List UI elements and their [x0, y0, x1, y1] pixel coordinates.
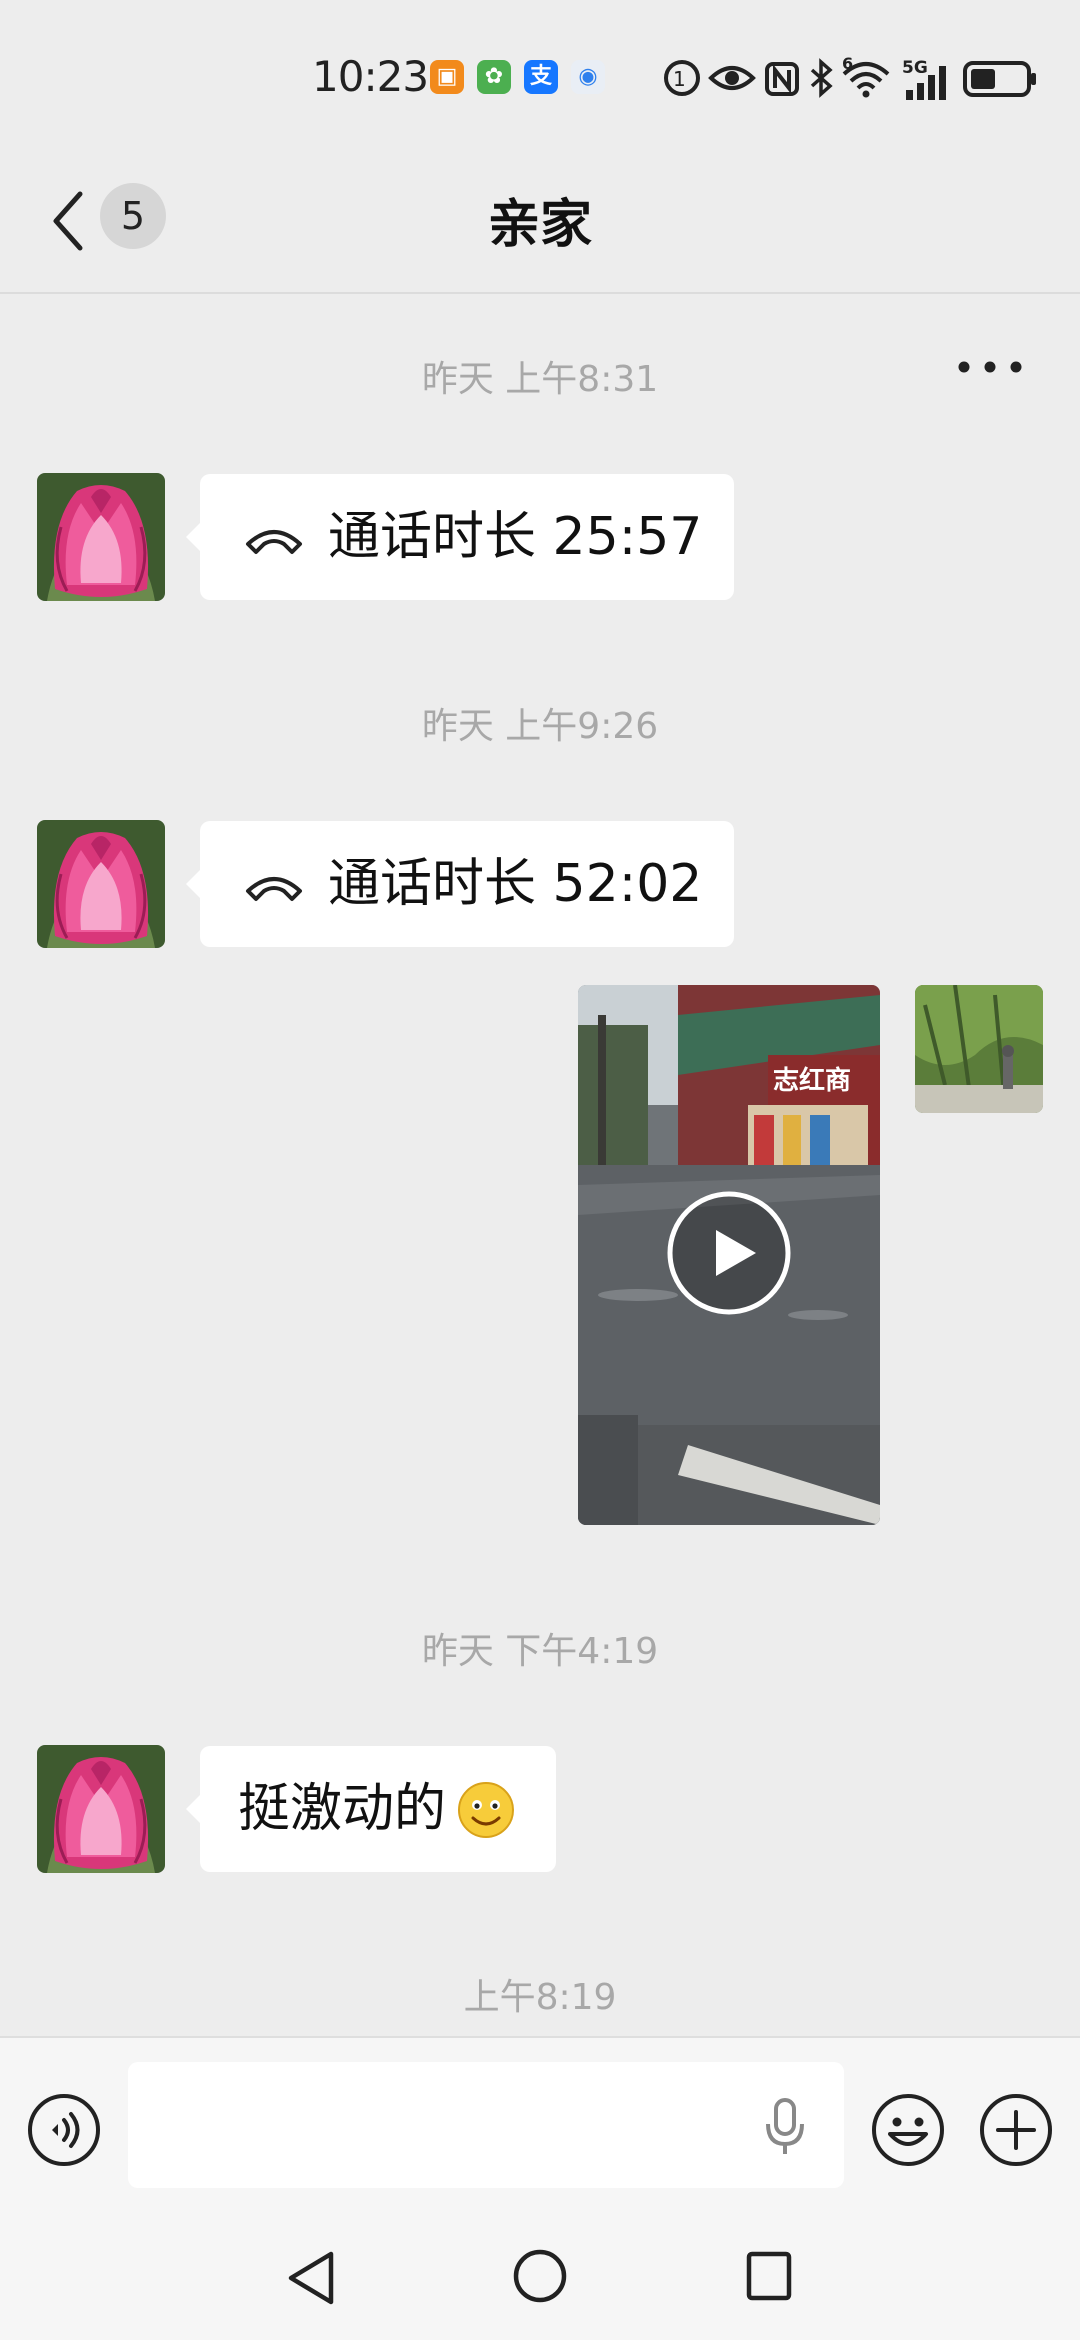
- text-message-bubble[interactable]: 挺激动的: [186, 1746, 556, 1872]
- bluetooth-icon: [810, 58, 833, 98]
- contact-avatar[interactable]: [37, 473, 165, 601]
- svg-text:1: 1: [673, 67, 686, 91]
- self-avatar[interactable]: [915, 985, 1043, 1113]
- contact-avatar[interactable]: [37, 820, 165, 948]
- contact-avatar[interactable]: [37, 1745, 165, 1873]
- message-text: 挺激动的: [238, 1779, 447, 1839]
- battery-icon: [963, 61, 1036, 97]
- call-record-bubble[interactable]: 通话时长 52:02: [186, 821, 734, 947]
- call-duration-text: 通话时长 52:02: [328, 854, 703, 914]
- message-timestamp: 昨天 上午8:31: [421, 359, 659, 400]
- more-functions-plus-icon[interactable]: [978, 2092, 1054, 2168]
- flower-app-icon: ✿: [477, 60, 511, 94]
- system-back-icon[interactable]: [283, 2248, 339, 2308]
- signal-icon: [906, 66, 946, 100]
- video-message[interactable]: 志红商: [578, 985, 880, 1525]
- call-duration-text: 通话时长 25:57: [328, 507, 703, 567]
- call-record-bubble[interactable]: 通话时长 25:57: [186, 474, 734, 600]
- message-timestamp: 昨天 下午4:19: [421, 1631, 659, 1672]
- emoji-picker-icon[interactable]: [870, 2092, 946, 2168]
- play-icon[interactable]: [666, 1190, 792, 1316]
- nfc-icon: [765, 62, 799, 96]
- smiley-emoji: [458, 1782, 514, 1838]
- message-timestamp: 昨天 上午9:26: [421, 706, 659, 747]
- wifi-badge: 6: [842, 54, 854, 73]
- status-bar: 10:23 ▣ ✿ 支 ◉ 1 6 5G: [0, 0, 1080, 150]
- system-recents-icon[interactable]: [745, 2250, 793, 2302]
- browser-icon: ◉: [571, 60, 605, 94]
- voice-input-toggle-icon[interactable]: [26, 2092, 102, 2168]
- video-overlay-text: 志红商: [773, 1066, 852, 1096]
- message-timestamp: 上午8:19: [463, 1977, 617, 2018]
- chat-title: 亲家: [487, 195, 592, 255]
- phone-hangup-icon: [246, 530, 302, 554]
- phone-hangup-icon: [246, 877, 302, 901]
- alipay-icon: 支: [524, 60, 558, 94]
- eye-icon: [708, 66, 756, 90]
- shop-icon: ▣: [430, 60, 464, 94]
- message-input[interactable]: [128, 2062, 844, 2188]
- status-time: 10:23: [312, 52, 429, 101]
- mic-icon[interactable]: [762, 2096, 808, 2156]
- hd-call-icon: 1: [664, 60, 700, 96]
- system-home-icon[interactable]: [512, 2248, 568, 2304]
